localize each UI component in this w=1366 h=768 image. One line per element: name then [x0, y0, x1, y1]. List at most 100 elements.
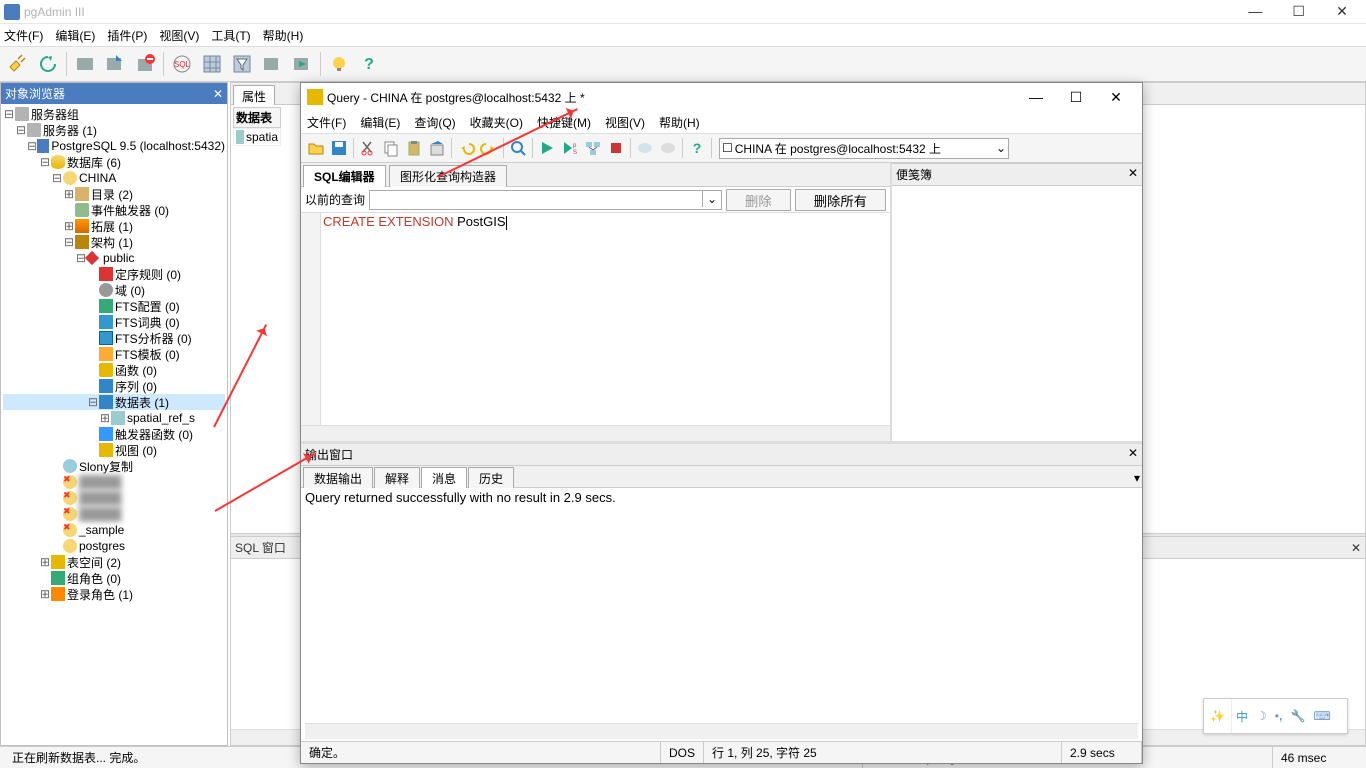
- expander-icon[interactable]: ⊟: [27, 139, 37, 153]
- qmenu-view[interactable]: 视图(V): [605, 114, 645, 131]
- qmenu-fav[interactable]: 收藏夹(O): [470, 114, 523, 131]
- tab-explain[interactable]: 解释: [374, 467, 420, 489]
- tree-db-sample[interactable]: _sample: [79, 523, 124, 537]
- tree-triggerfn[interactable]: 触发器函数 (0): [115, 426, 193, 443]
- clear-icon[interactable]: [426, 137, 448, 159]
- tree-domains[interactable]: 域 (0): [115, 282, 145, 299]
- tree-db-postgres[interactable]: postgres: [79, 539, 125, 553]
- tree-grouproles[interactable]: 组角色 (0): [67, 570, 121, 587]
- tree-functions[interactable]: 函数 (0): [115, 362, 157, 379]
- tree-ftsparser[interactable]: FTS分析器 (0): [115, 330, 192, 347]
- menu-help[interactable]: 帮助(H): [263, 27, 304, 44]
- commit-icon[interactable]: [634, 137, 656, 159]
- expander-icon[interactable]: ⊟: [15, 123, 27, 137]
- create-icon[interactable]: [101, 50, 129, 78]
- tree-tablespaces[interactable]: 表空间 (2): [67, 554, 121, 571]
- expander-icon[interactable]: ⊟: [51, 171, 63, 185]
- previous-query-combo[interactable]: ⌄: [369, 190, 722, 210]
- close-icon[interactable]: ✕: [1128, 446, 1138, 463]
- copy-icon[interactable]: [380, 137, 402, 159]
- tree-extensions[interactable]: 拓展 (1): [91, 218, 133, 235]
- expander-icon[interactable]: ⊞: [99, 411, 111, 425]
- execute-icon[interactable]: [536, 137, 558, 159]
- cut-icon[interactable]: [357, 137, 379, 159]
- object-tree[interactable]: ⊟服务器组 ⊟服务器 (1) ⊟PostgreSQL 9.5 (localhos…: [1, 104, 227, 745]
- close-button[interactable]: ✕: [1322, 3, 1362, 20]
- tab-graphical[interactable]: 图形化查询构造器: [389, 165, 507, 187]
- tree-schemas[interactable]: 架构 (1): [91, 234, 133, 251]
- query-titlebar[interactable]: Query - CHINA 在 postgres@localhost:5432 …: [301, 83, 1142, 111]
- execute-icon[interactable]: [288, 50, 316, 78]
- dropdown-icon[interactable]: ⌄: [996, 141, 1006, 155]
- expander-icon[interactable]: ⊟: [39, 155, 51, 169]
- tree-db-blur2[interactable]: █████: [79, 491, 122, 505]
- help-icon[interactable]: ?: [355, 50, 383, 78]
- expander-icon[interactable]: ⊟: [63, 235, 75, 249]
- tree-loginroles[interactable]: 登录角色 (1): [67, 586, 133, 603]
- menu-tools[interactable]: 工具(T): [211, 27, 250, 44]
- tree-ftstmpl[interactable]: FTS模板 (0): [115, 346, 180, 363]
- properties-icon[interactable]: [71, 50, 99, 78]
- tree-tables[interactable]: 数据表 (1): [115, 394, 169, 411]
- qmenu-query[interactable]: 查询(Q): [414, 114, 455, 131]
- qmenu-file[interactable]: 文件(F): [307, 114, 346, 131]
- connection-combo[interactable]: ☐ CHINA 在 postgres@localhost:5432 上 ⌄: [719, 138, 1009, 159]
- paste-icon[interactable]: [403, 137, 425, 159]
- grid-cell[interactable]: spatia: [233, 128, 281, 146]
- expander-icon[interactable]: ⊞: [63, 219, 75, 233]
- maximize-button[interactable]: ☐: [1056, 89, 1096, 106]
- sql-editor[interactable]: CREATE EXTENSION PostGIS: [301, 213, 890, 441]
- help-icon[interactable]: ?: [686, 137, 708, 159]
- execute-pgscript-icon[interactable]: pS: [559, 137, 581, 159]
- tree-db-china[interactable]: CHINA: [79, 171, 116, 185]
- tree-databases[interactable]: 数据库 (6): [67, 154, 121, 171]
- tab-properties[interactable]: 属性: [233, 85, 275, 107]
- menu-edit[interactable]: 编辑(E): [55, 27, 95, 44]
- tree-spatial-ref[interactable]: spatial_ref_s: [127, 411, 195, 425]
- tab-history[interactable]: 历史: [468, 467, 514, 489]
- maximize-button[interactable]: ☐: [1279, 3, 1319, 20]
- tree-event-triggers[interactable]: 事件触发器 (0): [91, 202, 169, 219]
- close-icon[interactable]: ✕: [213, 87, 223, 101]
- cancel-icon[interactable]: [605, 137, 627, 159]
- expander-icon[interactable]: ⊞: [63, 187, 75, 201]
- col-header-tables[interactable]: 数据表: [233, 107, 281, 128]
- tree-servers[interactable]: 服务器 (1): [43, 122, 97, 139]
- close-icon[interactable]: ✕: [1351, 541, 1361, 555]
- grid-icon[interactable]: [198, 50, 226, 78]
- scratchpad-body[interactable]: [892, 186, 1142, 441]
- tree-db-blur1[interactable]: █████: [79, 475, 122, 489]
- expander-icon[interactable]: ⊟: [87, 395, 99, 409]
- menu-file[interactable]: 文件(F): [4, 27, 43, 44]
- sql-icon[interactable]: SQL: [168, 50, 196, 78]
- tree-ftsdict[interactable]: FTS词典 (0): [115, 314, 180, 331]
- tree-views[interactable]: 视图 (0): [115, 442, 157, 459]
- menu-view[interactable]: 视图(V): [159, 27, 199, 44]
- delete-icon[interactable]: [131, 50, 159, 78]
- hint-icon[interactable]: [325, 50, 353, 78]
- qmenu-help[interactable]: 帮助(H): [659, 114, 700, 131]
- tree-servergroup[interactable]: 服务器组: [31, 106, 79, 123]
- scrollbar-horizontal[interactable]: [305, 723, 1138, 739]
- expander-icon[interactable]: ⊞: [39, 587, 51, 601]
- expander-icon[interactable]: ⊟: [3, 107, 15, 121]
- qmenu-edit[interactable]: 编辑(E): [360, 114, 400, 131]
- filter-icon[interactable]: [228, 50, 256, 78]
- tree-ftscfg[interactable]: FTS配置 (0): [115, 298, 180, 315]
- plug-icon[interactable]: [4, 50, 32, 78]
- minimize-button[interactable]: —: [1235, 3, 1275, 19]
- tree-postgres[interactable]: PostgreSQL 9.5 (localhost:5432): [51, 139, 225, 153]
- output-messages[interactable]: Query returned successfully with no resu…: [301, 488, 1142, 741]
- ime-comma-icon[interactable]: •ꓹ: [1271, 709, 1287, 723]
- tab-sql-editor[interactable]: SQL编辑器: [303, 165, 386, 187]
- open-icon[interactable]: [305, 137, 327, 159]
- ime-indicator[interactable]: ✨ 中 ☽ •ꓹ 🔧 ⌨: [1203, 698, 1348, 734]
- explain-icon[interactable]: [582, 137, 604, 159]
- refresh-icon[interactable]: [34, 50, 62, 78]
- maintenance-icon[interactable]: [258, 50, 286, 78]
- minimize-button[interactable]: —: [1016, 89, 1056, 105]
- tree-public[interactable]: public: [103, 251, 134, 265]
- tree-slony[interactable]: Slony复制: [79, 458, 133, 475]
- save-icon[interactable]: [328, 137, 350, 159]
- tab-messages[interactable]: 消息: [421, 467, 467, 489]
